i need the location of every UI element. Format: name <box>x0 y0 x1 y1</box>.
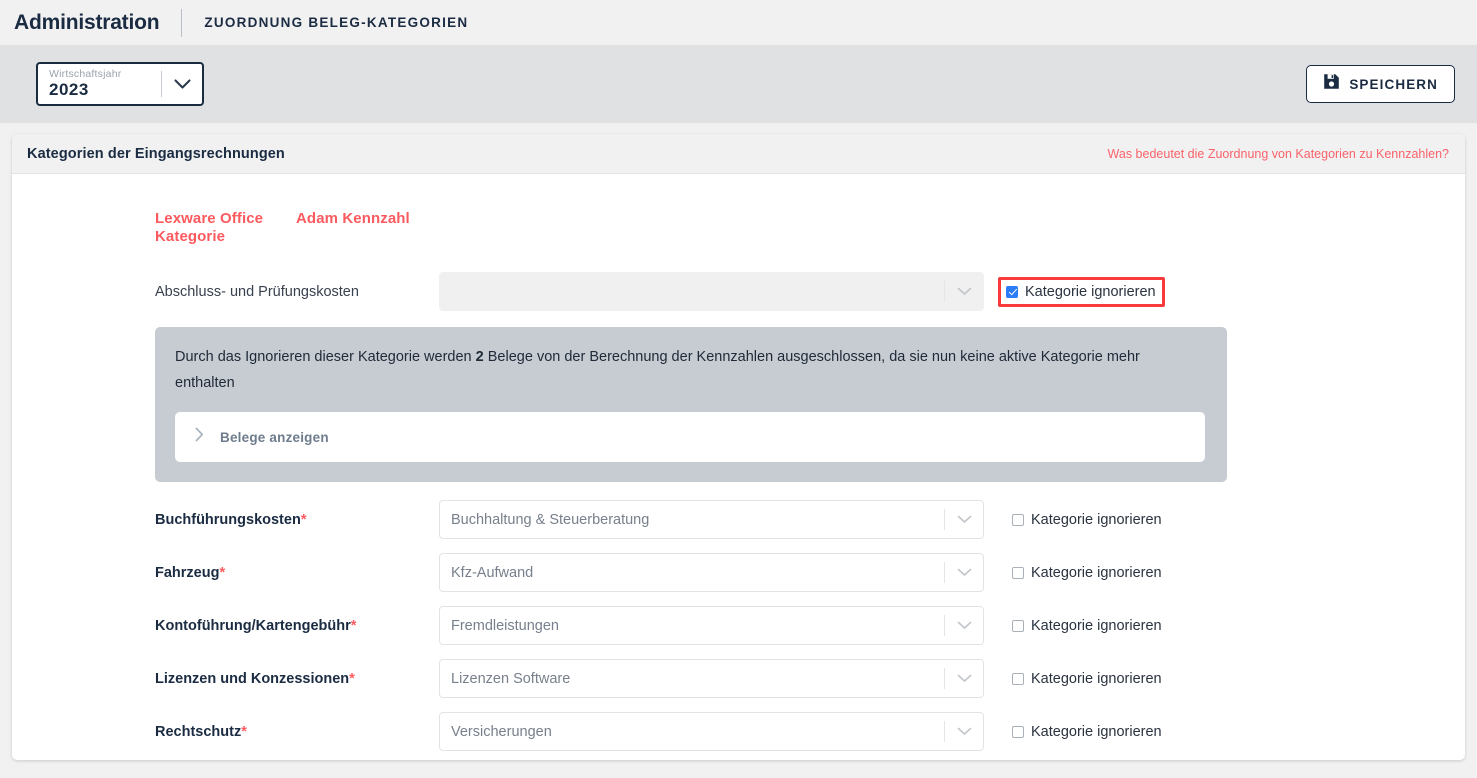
row-label-text: Lizenzen und Konzessionen <box>155 670 350 687</box>
kennzahl-select[interactable]: Lizenzen Software <box>439 659 984 698</box>
row-label: Kontoführung/Kartengebühr* <box>155 618 439 634</box>
row-label-text: Kontoführung/Kartengebühr <box>155 617 351 634</box>
card-body: Lexware Office Kategorie Adam Kennzahl A… <box>12 174 1465 751</box>
save-button-label: SPEICHERN <box>1349 76 1438 92</box>
top-header-bar: Administration ZUORDNUNG BELEG-KATEGORIE… <box>0 0 1477 45</box>
ignore-category-checkbox-row[interactable]: Kategorie ignorieren <box>1008 722 1166 742</box>
kennzahl-select-value: Lizenzen Software <box>451 670 571 687</box>
save-button[interactable]: SPEICHERN <box>1306 65 1455 103</box>
column-header-left-wrap: Lexware Office Kategorie <box>12 210 296 246</box>
kennzahl-select-value: Fremdleistungen <box>451 617 559 634</box>
ignore-category-checkbox[interactable] <box>1006 285 1018 298</box>
ignore-category-checkbox[interactable] <box>1012 566 1024 579</box>
save-floppy-icon <box>1323 73 1340 95</box>
ignore-category-label: Kategorie ignorieren <box>1031 670 1162 687</box>
table-row: Buchführungskosten* Buchhaltung & Steuer… <box>12 500 1465 539</box>
fiscal-year-select-content: Wirtschaftsjahr 2023 <box>49 68 161 100</box>
row-label: Buchführungskosten* <box>155 512 439 528</box>
header-divider <box>181 8 183 37</box>
chevron-down-icon[interactable] <box>162 64 202 104</box>
column-headers: Lexware Office Kategorie Adam Kennzahl <box>12 174 1465 246</box>
table-row: Abschluss- und Prüfungskosten Kategorie … <box>12 272 1465 311</box>
ignore-category-checkbox[interactable] <box>1012 513 1024 526</box>
required-asterisk: * <box>219 564 226 581</box>
table-row: Kontoführung/Kartengebühr* Fremdleistung… <box>12 606 1465 645</box>
ignore-category-checkbox-row[interactable]: Kategorie ignorieren <box>1008 510 1166 530</box>
required-asterisk: * <box>300 511 307 528</box>
required-asterisk: * <box>349 670 355 687</box>
kennzahl-select-value: Kfz-Aufwand <box>451 564 534 581</box>
app-title: Administration <box>14 10 160 34</box>
chevron-down-icon[interactable] <box>945 568 983 577</box>
kennzahl-select-value: Buchhaltung & Steuerberatung <box>451 511 650 528</box>
column-header-kennzahl: Adam Kennzahl <box>296 210 410 227</box>
chevron-right-icon <box>195 427 204 447</box>
required-asterisk: * <box>241 723 247 740</box>
ignore-category-label: Kategorie ignorieren <box>1031 511 1162 528</box>
row-label-text: Buchführungskosten <box>155 511 301 528</box>
kennzahl-select[interactable]: Fremdleistungen <box>439 606 984 645</box>
card-title: Kategorien der Eingangsrechnungen <box>27 145 285 162</box>
table-row: Lizenzen und Konzessionen* Lizenzen Soft… <box>12 659 1465 698</box>
ignore-category-label: Kategorie ignorieren <box>1031 564 1162 581</box>
ignore-category-checkbox[interactable] <box>1012 725 1024 738</box>
ignore-category-label: Kategorie ignorieren <box>1025 283 1156 300</box>
row-label: Fahrzeug* <box>155 565 439 581</box>
card-header: Kategorien der Eingangsrechnungen Was be… <box>12 134 1465 174</box>
help-link[interactable]: Was bedeutet die Zuordnung von Kategorie… <box>1108 147 1449 161</box>
ignore-category-checkbox[interactable] <box>1012 619 1024 632</box>
ignore-info-panel: Durch das Ignorieren dieser Kategorie we… <box>155 327 1227 482</box>
table-row: Fahrzeug* Kfz-Aufwand Kategorie ignorier… <box>12 553 1465 592</box>
fiscal-year-label: Wirtschaftsjahr <box>49 68 122 80</box>
ignore-category-checkbox-row[interactable]: Kategorie ignorieren <box>1008 563 1166 583</box>
row-label: Abschluss- und Prüfungskosten <box>155 283 359 300</box>
ignore-category-label: Kategorie ignorieren <box>1031 617 1162 634</box>
info-text-before: Durch das Ignorieren dieser Kategorie we… <box>175 349 476 365</box>
ignore-category-checkbox-row[interactable]: Kategorie ignorieren <box>1008 616 1166 636</box>
breadcrumb: ZUORDNUNG BELEG-KATEGORIEN <box>204 15 469 30</box>
column-header-right-wrap: Adam Kennzahl <box>296 210 410 246</box>
ignore-category-checkbox-row[interactable]: Kategorie ignorieren <box>1008 669 1166 689</box>
chevron-down-icon[interactable] <box>945 727 983 736</box>
info-doc-count: 2 <box>475 349 484 365</box>
fiscal-year-value: 2023 <box>49 80 89 99</box>
categories-card: Kategorien der Eingangsrechnungen Was be… <box>12 134 1465 760</box>
kennzahl-select[interactable]: Versicherungen <box>439 712 984 751</box>
required-asterisk: * <box>350 617 357 634</box>
ignore-category-checkbox-row[interactable]: Kategorie ignorieren <box>998 276 1165 307</box>
row-label: Rechtschutz* <box>155 724 439 740</box>
chevron-down-icon[interactable] <box>945 674 983 683</box>
ignore-category-label: Kategorie ignorieren <box>1031 723 1162 740</box>
fiscal-year-select[interactable]: Wirtschaftsjahr 2023 <box>36 62 204 106</box>
kennzahl-select-value: Versicherungen <box>451 723 552 740</box>
ignore-info-text: Durch das Ignorieren dieser Kategorie we… <box>175 344 1185 396</box>
row-label-text: Rechtschutz <box>155 723 242 740</box>
row-label-text: Fahrzeug <box>155 564 220 581</box>
chevron-down-icon[interactable] <box>945 621 983 630</box>
table-row: Rechtschutz* Versicherungen Kategorie ig… <box>12 712 1465 751</box>
column-header-lexware: Lexware Office Kategorie <box>155 210 264 245</box>
kennzahl-select[interactable]: Kfz-Aufwand <box>439 553 984 592</box>
toolbar: Wirtschaftsjahr 2023 SPEICHERN <box>0 45 1477 123</box>
show-documents-accordion[interactable]: Belege anzeigen <box>175 412 1205 462</box>
ignore-category-checkbox[interactable] <box>1012 672 1024 685</box>
row-label: Lizenzen und Konzessionen* <box>155 671 439 687</box>
kennzahl-select[interactable]: Buchhaltung & Steuerberatung <box>439 500 984 539</box>
show-documents-label: Belege anzeigen <box>220 429 329 445</box>
chevron-down-icon[interactable] <box>945 515 983 524</box>
chevron-down-icon <box>945 287 983 296</box>
kennzahl-select <box>439 272 984 311</box>
